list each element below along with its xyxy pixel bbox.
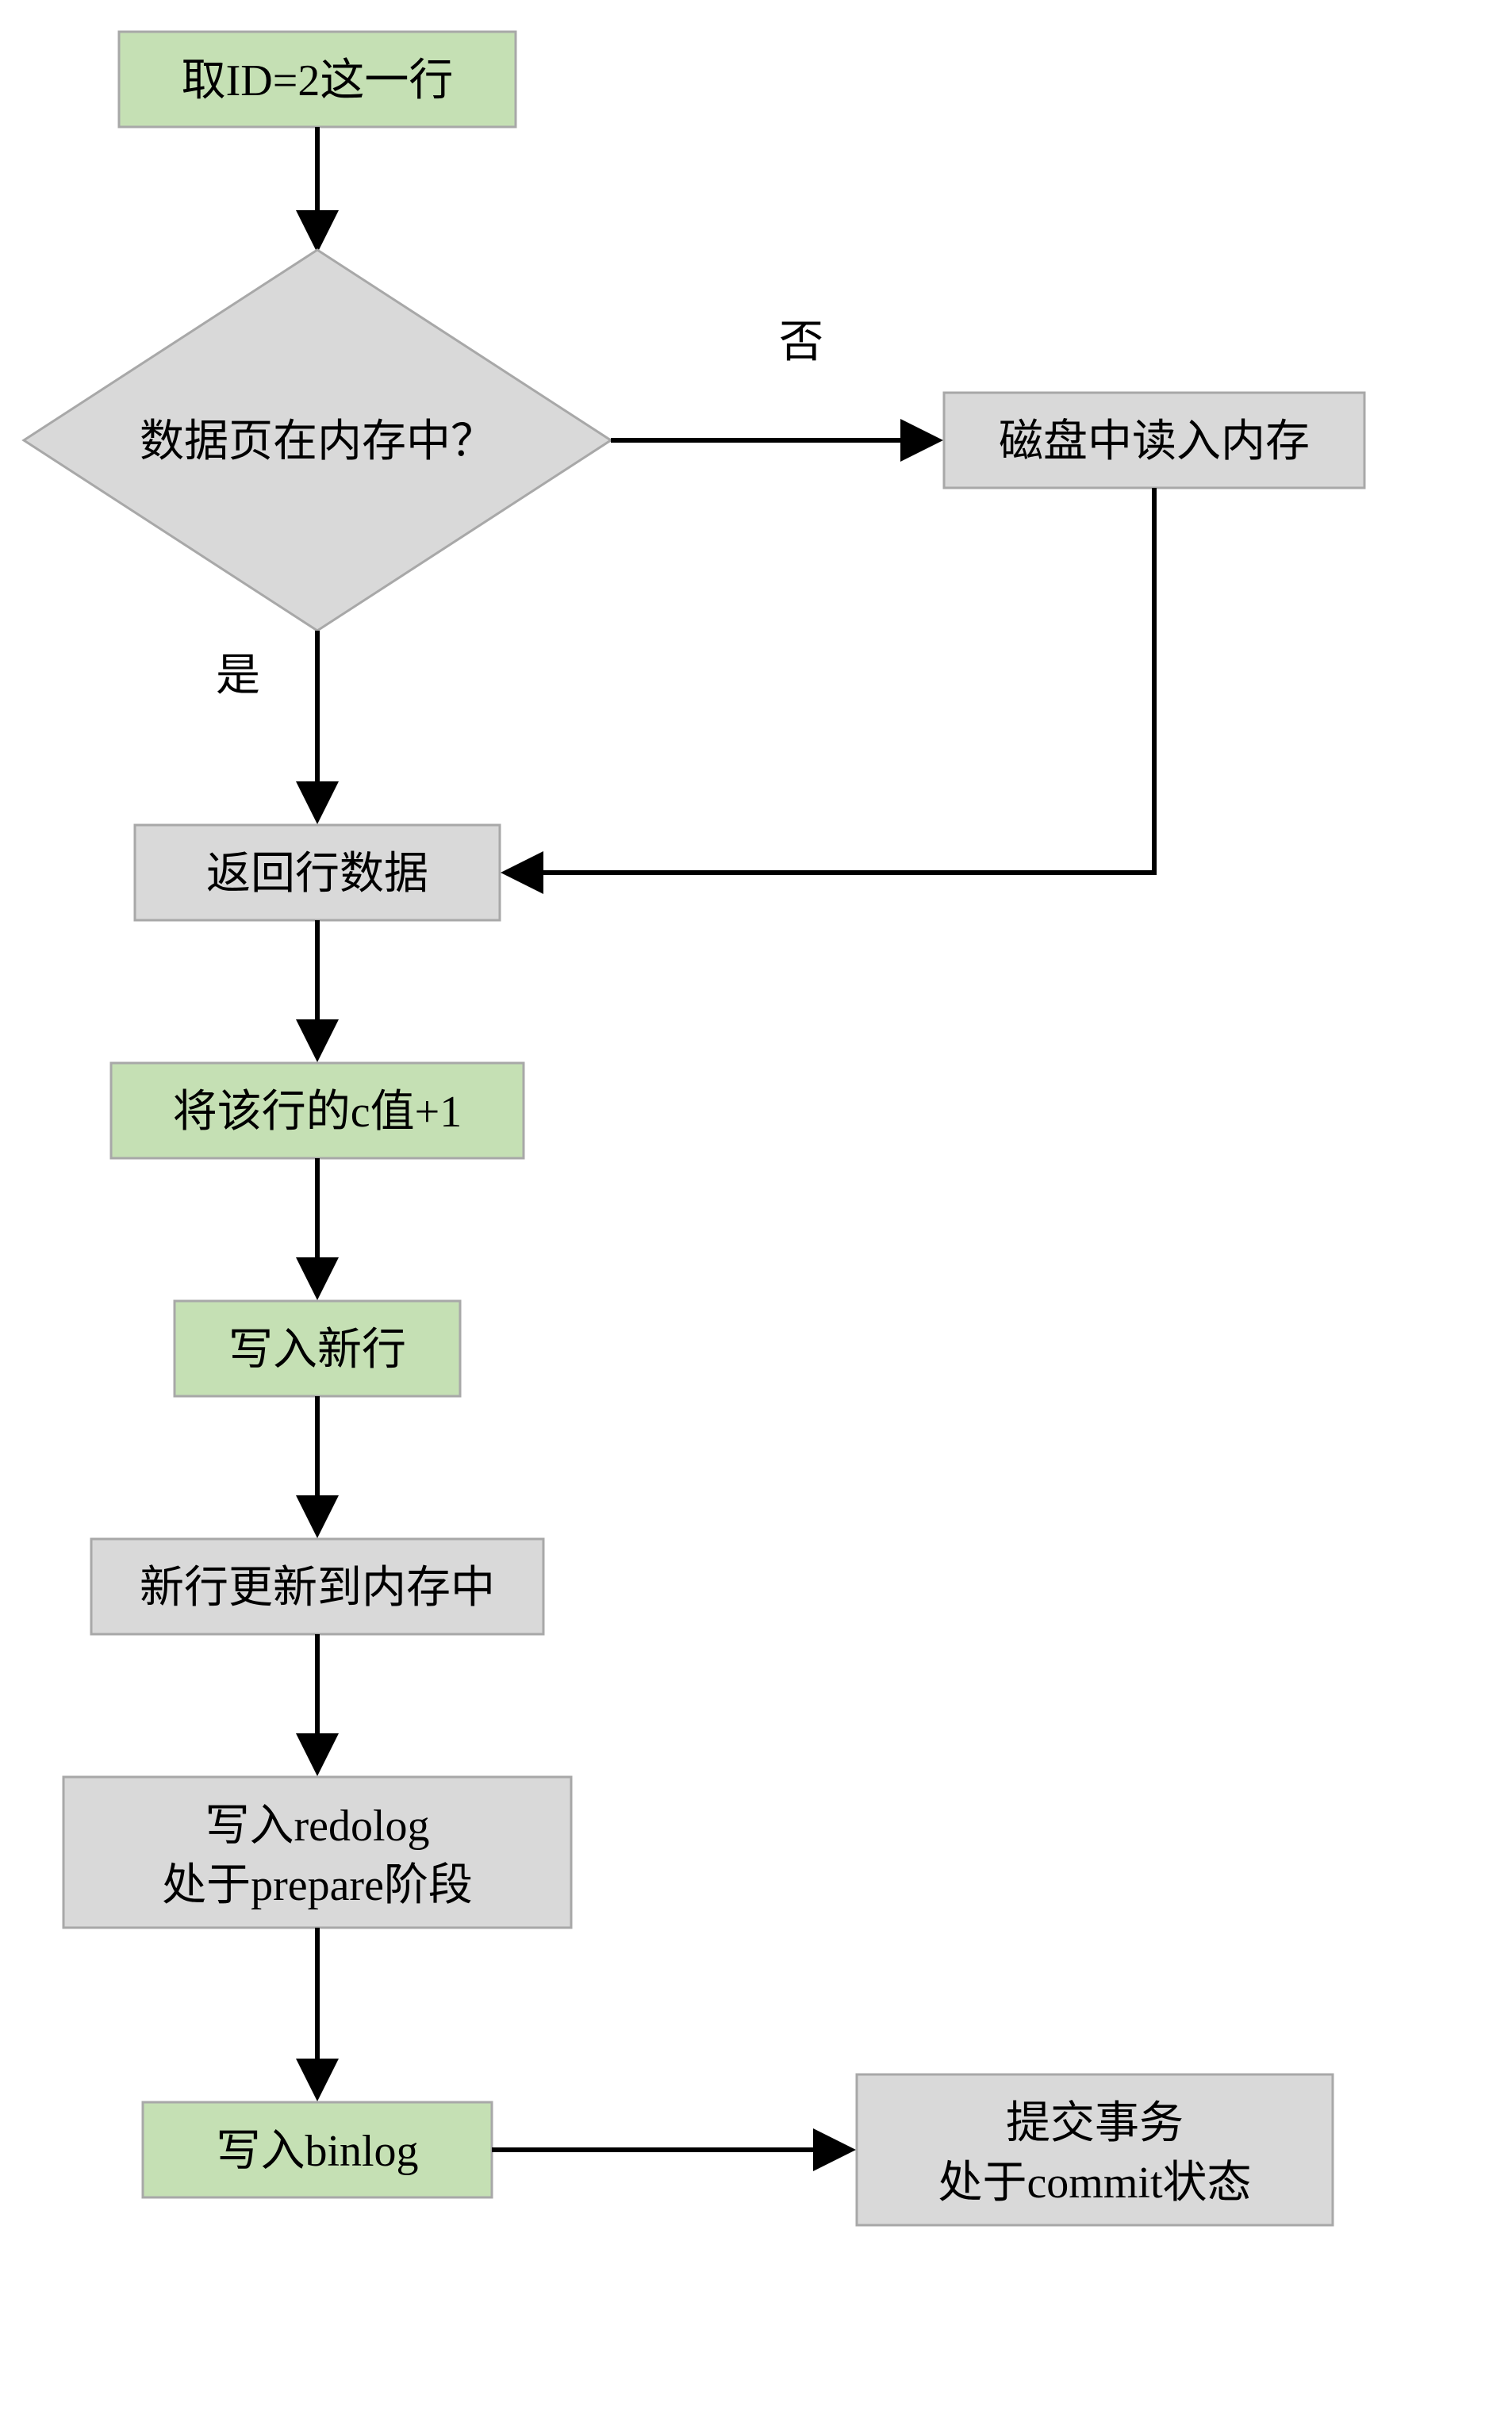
node-write-redolog-line1: 写入redolog <box>205 1802 429 1851</box>
node-page-in-memory-label: 数据页在内存中？ <box>140 417 495 466</box>
node-get-row-label: 取ID=2这一行 <box>182 56 454 106</box>
node-increment-c-label: 将该行的c值+1 <box>173 1088 462 1137</box>
edge-label-no: 否 <box>779 318 823 367</box>
node-write-redolog: 写入redolog 处于prepare阶段 <box>63 1777 571 1928</box>
node-write-binlog: 写入binlog <box>143 2102 492 2197</box>
node-write-binlog-label: 写入binlog <box>216 2127 418 2176</box>
edge-label-yes: 是 <box>216 651 260 700</box>
node-return-row-label: 返回行数据 <box>206 850 428 899</box>
node-increment-c: 将该行的c值+1 <box>111 1063 524 1158</box>
node-return-row: 返回行数据 <box>135 825 500 920</box>
node-update-memory: 新行更新到内存中 <box>91 1539 543 1634</box>
node-write-redolog-line2: 处于prepare阶段 <box>162 1861 473 1910</box>
node-read-from-disk-label: 磁盘中读入内存 <box>999 417 1310 466</box>
node-write-new-row-label: 写入新行 <box>228 1326 406 1375</box>
node-commit-line2: 处于commit状态 <box>938 2159 1251 2208</box>
edge-n3-n4 <box>508 488 1154 873</box>
flowchart-canvas: 取ID=2这一行 数据页在内存中？ 否 磁盘中读入内存 是 返回行数据 将该行的… <box>0 0 1512 2410</box>
node-commit-line1: 提交事务 <box>1006 2099 1184 2148</box>
node-commit: 提交事务 处于commit状态 <box>857 2074 1333 2225</box>
node-read-from-disk: 磁盘中读入内存 <box>944 393 1364 488</box>
node-update-memory-label: 新行更新到内存中 <box>140 1564 495 1613</box>
node-page-in-memory: 数据页在内存中？ <box>24 250 611 631</box>
node-write-new-row: 写入新行 <box>175 1301 460 1396</box>
node-get-row: 取ID=2这一行 <box>119 32 516 127</box>
